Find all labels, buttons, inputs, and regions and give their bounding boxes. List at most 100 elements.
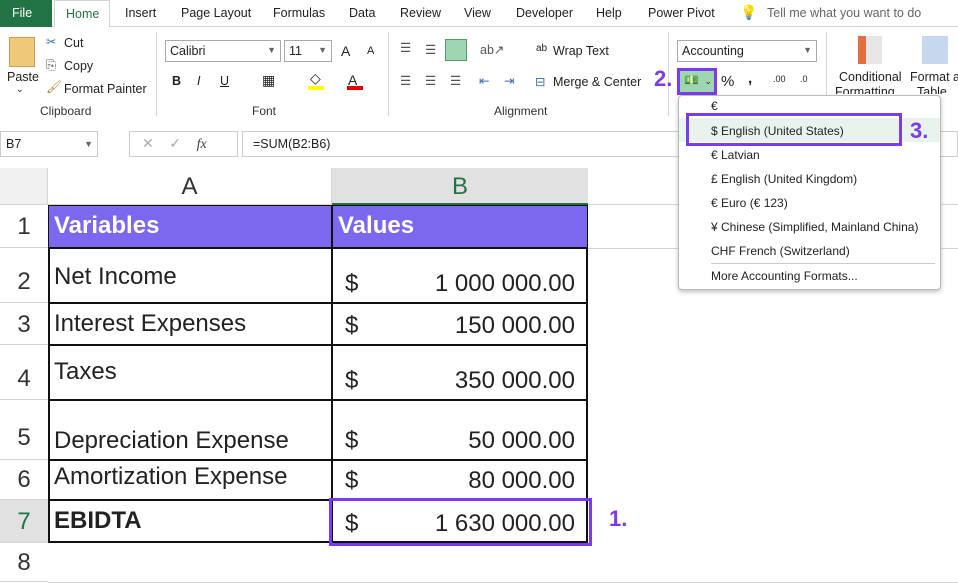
font-size-select[interactable]: 11 ▼	[284, 40, 332, 62]
cell-b2[interactable]: $1 000 000.00	[332, 248, 588, 303]
fill-color-swatch	[308, 86, 324, 90]
cell-value: 1 000 000.00	[434, 270, 575, 297]
row-header-8[interactable]: 8	[0, 543, 48, 582]
menu-item-euro-123[interactable]: € Euro (€ 123)	[711, 196, 788, 210]
grow-font-button[interactable]: A	[341, 43, 350, 59]
cell-a1[interactable]: Variables	[48, 205, 332, 248]
enter-icon[interactable]: ✓	[169, 135, 181, 151]
fill-color-icon[interactable]: ◇	[310, 70, 321, 87]
cell-a4[interactable]: Taxes	[48, 345, 332, 400]
row-header-4[interactable]: 4	[0, 345, 48, 400]
menu-divider	[711, 263, 935, 264]
cell-a7[interactable]: EBIDTA	[48, 500, 332, 543]
currency-symbol: $	[345, 427, 359, 454]
tab-data[interactable]: Data	[349, 6, 375, 20]
format-painter-button[interactable]: Format Painter	[64, 82, 147, 96]
tab-file[interactable]: File	[0, 0, 52, 27]
align-left-icon[interactable]: ☰	[400, 73, 411, 88]
cell-a2[interactable]: Net Income	[48, 248, 332, 303]
number-format-select[interactable]: Accounting ▼	[677, 40, 817, 62]
menu-item-euro[interactable]: €	[711, 99, 718, 113]
row-header-1[interactable]: 1	[0, 205, 48, 248]
font-group-label: Font	[252, 104, 277, 118]
align-middle-icon[interactable]: ☰	[425, 42, 436, 57]
divider	[156, 32, 157, 116]
tab-formulas[interactable]: Formulas	[273, 6, 325, 20]
annotation-2: 2.	[654, 66, 673, 91]
tab-review[interactable]: Review	[400, 6, 441, 20]
comma-button[interactable]: ,	[748, 70, 752, 87]
formula-buttons: ✕ ✓ fx	[129, 131, 238, 157]
conditional-formatting-button[interactable]: Conditional	[839, 70, 902, 84]
column-header-a[interactable]: A	[48, 168, 332, 205]
tab-help[interactable]: Help	[596, 6, 622, 20]
insert-function-button[interactable]: fx	[197, 137, 207, 152]
decrease-indent-icon[interactable]: ⇤	[479, 73, 489, 88]
borders-icon[interactable]: ▦	[262, 72, 275, 89]
font-size-value: 11	[289, 44, 302, 58]
accounting-format-button[interactable]: 💵 ⌄	[677, 68, 717, 95]
row-header-2[interactable]: 2	[0, 248, 48, 303]
format-as-table-label-2[interactable]: Table	[917, 85, 947, 94]
row-header-5[interactable]: 5	[0, 400, 48, 460]
cell-value: 150 000.00	[454, 312, 575, 339]
bold-button[interactable]: B	[172, 74, 181, 88]
tab-home[interactable]: Home	[54, 0, 110, 28]
format-as-table-button[interactable]: Format as	[910, 70, 958, 84]
name-box[interactable]: B7 ▼	[0, 131, 98, 157]
cell-b6[interactable]: $80 000.00	[332, 460, 588, 500]
more-accounting-formats[interactable]: More Accounting Formats...	[711, 269, 858, 283]
copy-button[interactable]: Copy	[64, 59, 93, 73]
menu-item-latvian[interactable]: € Latvian	[711, 148, 760, 162]
cut-button[interactable]: Cut	[64, 36, 83, 50]
increase-indent-icon[interactable]: ⇥	[504, 73, 514, 88]
italic-button[interactable]: I	[197, 74, 200, 88]
select-all-button[interactable]	[0, 168, 48, 205]
align-bottom-button[interactable]	[445, 39, 467, 61]
tab-developer[interactable]: Developer	[516, 6, 573, 20]
tell-me-search[interactable]: Tell me what you want to do	[767, 6, 921, 20]
increase-decimal-button[interactable]: .00	[773, 74, 786, 84]
row-header-7[interactable]: 7	[0, 500, 48, 543]
cell-a3[interactable]: Interest Expenses	[48, 303, 332, 345]
merge-center-button[interactable]: Merge & Center	[553, 75, 641, 89]
lightbulb-icon: 💡	[740, 4, 758, 20]
menu-item-gbp[interactable]: £ English (United Kingdom)	[711, 172, 857, 186]
chevron-down-icon: ▼	[84, 139, 93, 149]
tab-page-layout[interactable]: Page Layout	[181, 6, 251, 20]
tab-power-pivot[interactable]: Power Pivot	[648, 6, 715, 20]
percent-button[interactable]: %	[721, 73, 734, 90]
align-center-icon[interactable]: ☰	[425, 73, 436, 88]
paste-chevron-icon[interactable]: ⌄	[16, 84, 24, 95]
conditional-formatting-icon	[858, 36, 882, 64]
menu-item-chinese[interactable]: ¥ Chinese (Simplified, Mainland China)	[711, 220, 918, 234]
row-header-6[interactable]: 6	[0, 460, 48, 500]
paste-icon	[9, 37, 35, 67]
decrease-decimal-button[interactable]: .0	[800, 74, 808, 84]
font-name-select[interactable]: Calibri ▼	[165, 40, 281, 62]
menu-item-chf[interactable]: CHF French (Switzerland)	[711, 244, 850, 258]
align-right-icon[interactable]: ☰	[450, 73, 461, 88]
shrink-font-button[interactable]: A	[367, 45, 374, 57]
cell-a5[interactable]: Depreciation Expense	[48, 400, 332, 460]
align-top-icon[interactable]: ☰	[400, 40, 411, 55]
cell-b3[interactable]: $150 000.00	[332, 303, 588, 345]
paste-button[interactable]: Paste	[7, 70, 39, 84]
cell-b5[interactable]: $50 000.00	[332, 400, 588, 460]
cell-value: 350 000.00	[454, 367, 575, 394]
currency-symbol: $	[345, 367, 359, 394]
conditional-formatting-label-2[interactable]: Formatting	[835, 85, 895, 94]
column-header-b[interactable]: B	[332, 168, 588, 205]
tab-view[interactable]: View	[464, 6, 491, 20]
cancel-icon[interactable]: ✕	[142, 135, 154, 151]
cell-b1[interactable]: Values	[332, 205, 588, 248]
underline-button[interactable]: U	[220, 74, 229, 88]
scissors-icon: ✂	[46, 35, 57, 49]
clipboard-group-label: Clipboard	[40, 104, 92, 118]
wrap-text-button[interactable]: Wrap Text	[553, 44, 609, 58]
row-header-3[interactable]: 3	[0, 303, 48, 345]
orientation-icon[interactable]: ab↗	[480, 42, 504, 57]
tab-insert[interactable]: Insert	[125, 6, 156, 20]
cell-b4[interactable]: $350 000.00	[332, 345, 588, 400]
cell-a6[interactable]: Amortization Expense	[48, 460, 332, 500]
